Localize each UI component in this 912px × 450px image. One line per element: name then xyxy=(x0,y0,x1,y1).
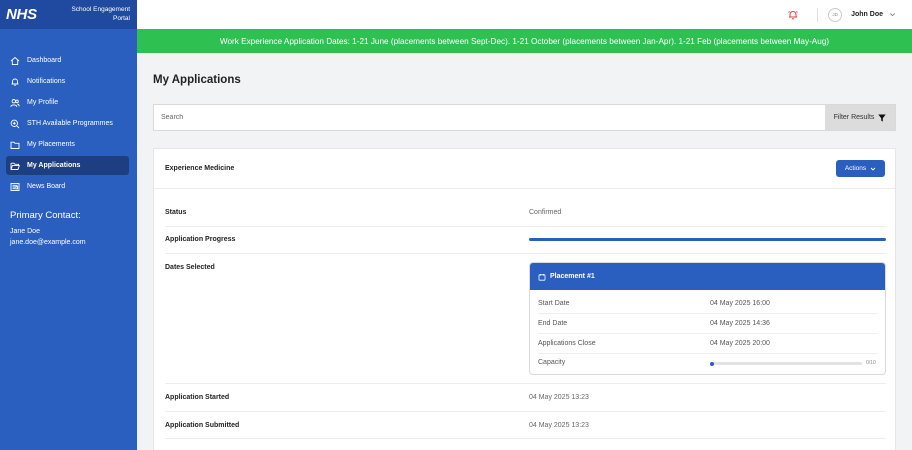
application-card-header: Experience Medicine Actions xyxy=(154,149,895,189)
sidebar-item-notifications[interactable]: Notifications xyxy=(6,72,129,91)
placement-card-header: Placement #1 xyxy=(530,263,885,290)
application-progress-bar xyxy=(529,238,886,241)
application-submitted-row: Application Submitted 04 May 2025 13:23 xyxy=(165,412,886,439)
users-icon xyxy=(10,98,20,108)
placement-title: Placement #1 xyxy=(550,273,595,280)
primary-contact-name: Jane Doe xyxy=(10,228,40,235)
notification-bell-icon[interactable] xyxy=(787,9,799,21)
application-progress-fill xyxy=(529,238,886,241)
brand-header: NHS School Engagement Portal xyxy=(0,0,137,29)
chevron-down-icon[interactable] xyxy=(889,11,896,18)
placement-close-row: Applications Close 04 May 2025 20:00 xyxy=(538,334,877,354)
placement-end-row: End Date 04 May 2025 14:36 xyxy=(538,314,877,334)
sidebar-item-my-placements[interactable]: My Placements xyxy=(6,135,129,154)
applications-close-value: 04 May 2025 20:00 xyxy=(710,340,770,347)
search-plus-icon xyxy=(10,119,20,129)
placement-capacity-row: Capacity 0/10 xyxy=(538,353,877,373)
sidebar-nav: Dashboard Notifications My Profile STH A… xyxy=(0,51,137,196)
placement-card: Placement #1 Start Date 04 May 2025 16:0… xyxy=(529,262,886,375)
home-icon xyxy=(10,56,20,66)
search-bar: Filter Results xyxy=(153,104,896,131)
sidebar-item-my-applications[interactable]: My Applications xyxy=(6,156,129,175)
sidebar-item-my-profile[interactable]: My Profile xyxy=(6,93,129,112)
user-name[interactable]: John Doe xyxy=(851,11,883,18)
capacity-text: 0/10 xyxy=(866,360,876,366)
primary-contact-email[interactable]: jane.doe@example.com xyxy=(10,238,127,249)
sidebar-item-label: My Applications xyxy=(27,162,81,169)
application-title: Experience Medicine xyxy=(165,165,235,172)
sidebar-item-label: Notifications xyxy=(27,78,66,85)
dates-selected-row: Dates Selected Placement #1 Start Date 0… xyxy=(165,254,886,384)
sidebar: NHS School Engagement Portal Dashboard N… xyxy=(0,0,137,450)
portal-name-line2: Portal xyxy=(113,14,130,22)
capacity-label: Capacity xyxy=(538,359,566,366)
application-submitted-value: 04 May 2025 13:23 xyxy=(529,422,589,429)
portal-name: School Engagement Portal xyxy=(71,6,130,22)
sidebar-item-dashboard[interactable]: Dashboard xyxy=(6,51,129,70)
capacity-bar-fill xyxy=(710,361,714,366)
primary-contact-title: Primary Contact: xyxy=(10,210,81,221)
application-started-row: Application Started 04 May 2025 13:23 xyxy=(165,384,886,412)
application-dates-banner: Work Experience Application Dates: 1-21 … xyxy=(137,29,912,53)
chevron-down-icon xyxy=(870,167,876,171)
end-date-value: 04 May 2025 14:36 xyxy=(710,320,770,327)
sidebar-item-sth-programmes[interactable]: STH Available Programmes xyxy=(6,114,129,133)
filter-icon xyxy=(878,114,887,122)
header-divider xyxy=(817,7,819,22)
application-started-value: 04 May 2025 13:23 xyxy=(529,394,589,401)
filter-results-label: Filter Results xyxy=(833,114,875,121)
application-card: Experience Medicine Actions Status Confi… xyxy=(153,148,896,450)
nhs-logo[interactable]: NHS xyxy=(6,6,37,23)
start-date-value: 04 May 2025 16:00 xyxy=(710,300,770,307)
sidebar-item-label: STH Available Programmes xyxy=(27,120,113,127)
newspaper-icon xyxy=(10,182,20,192)
status-row: Status Confirmed xyxy=(165,189,886,227)
sidebar-item-label: My Placements xyxy=(27,141,75,148)
calendar-icon xyxy=(538,273,546,281)
end-date-label: End Date xyxy=(538,320,568,327)
start-date-label: Start Date xyxy=(538,300,570,307)
folder-icon xyxy=(10,140,20,150)
status-value: Confirmed xyxy=(529,209,562,216)
avatar[interactable]: JD xyxy=(828,7,843,22)
top-header: JD John Doe xyxy=(137,0,912,29)
sidebar-item-label: News Board xyxy=(27,183,66,190)
sidebar-item-label: My Profile xyxy=(27,99,59,106)
application-progress-row: Application Progress xyxy=(165,227,886,254)
applications-close-label: Applications Close xyxy=(538,340,596,347)
application-started-label: Application Started xyxy=(165,394,230,401)
main-content: My Applications Filter Results Experienc… xyxy=(137,53,912,450)
application-submitted-label: Application Submitted xyxy=(165,422,240,429)
bell-icon xyxy=(10,77,20,87)
capacity-bar xyxy=(710,361,862,366)
page-title: My Applications xyxy=(153,74,241,86)
sidebar-item-news-board[interactable]: News Board xyxy=(6,177,129,196)
placement-start-row: Start Date 04 May 2025 16:00 xyxy=(538,294,877,314)
status-label: Status xyxy=(165,209,187,216)
search-input[interactable] xyxy=(154,105,825,130)
actions-button[interactable]: Actions xyxy=(836,160,885,177)
portal-name-line1: School Engagement xyxy=(71,6,130,14)
actions-label: Actions xyxy=(844,165,867,172)
application-progress-label: Application Progress xyxy=(165,236,236,243)
primary-contact: Primary Contact: Jane Doe jane.doe@examp… xyxy=(0,210,137,249)
folder-open-icon xyxy=(10,161,20,171)
filter-results-button[interactable]: Filter Results xyxy=(825,105,895,130)
sidebar-item-label: Dashboard xyxy=(27,57,62,64)
dates-selected-label: Dates Selected xyxy=(165,264,215,271)
